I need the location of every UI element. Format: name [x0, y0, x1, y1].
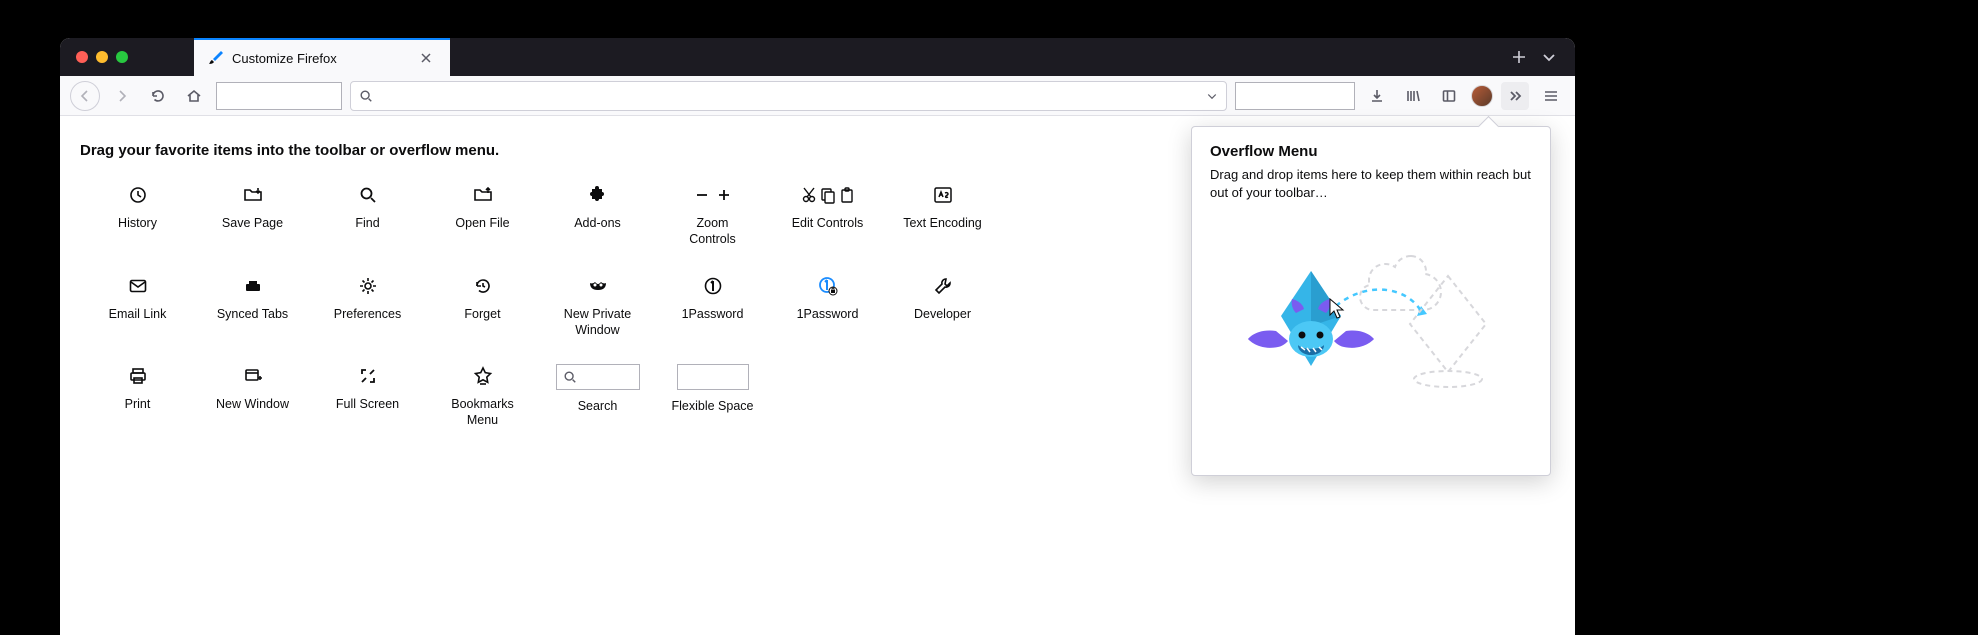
new-tab-button[interactable] [1511, 49, 1527, 65]
forget-icon [471, 274, 495, 298]
palette-item-forget[interactable]: Forget [425, 266, 540, 347]
overflow-description: Drag and drop items here to keep them wi… [1210, 166, 1532, 202]
close-window-button[interactable] [76, 51, 88, 63]
toolbar-placeholder-2[interactable] [1235, 82, 1355, 110]
flexible-space-icon [677, 364, 749, 390]
print-icon [126, 364, 150, 388]
window-controls [60, 38, 140, 76]
overflow-menu-panel: Overflow Menu Drag and drop items here t… [1191, 126, 1551, 476]
1password-icon [701, 274, 725, 298]
palette-item-email-link[interactable]: Email Link [80, 266, 195, 347]
star-icon [471, 364, 495, 388]
folder-download-icon [241, 183, 265, 207]
palette-item-save-page[interactable]: Save Page [195, 175, 310, 256]
tab-customize[interactable]: Customize Firefox [194, 38, 450, 76]
fullscreen-icon [356, 364, 380, 388]
toolbar-placeholder[interactable] [216, 82, 342, 110]
url-bar[interactable] [350, 81, 1227, 111]
app-menu-button[interactable] [1537, 82, 1565, 110]
palette-item-history[interactable]: History [80, 175, 195, 256]
paintbrush-icon [208, 50, 224, 66]
zoom-icon [693, 183, 733, 207]
mask-icon [586, 274, 610, 298]
navigation-toolbar [60, 76, 1575, 116]
minimize-window-button[interactable] [96, 51, 108, 63]
customize-palette: History Save Page Find Open File Add-ons… [80, 175, 1120, 437]
tab-strip-controls [1493, 38, 1575, 76]
all-tabs-button[interactable] [1541, 49, 1557, 65]
downloads-button[interactable] [1363, 82, 1391, 110]
palette-item-edit-controls[interactable]: Edit Controls [770, 175, 885, 256]
synced-tabs-icon [241, 274, 265, 298]
overflow-illustration [1210, 216, 1532, 416]
palette-item-bookmarks-menu[interactable]: Bookmarks Menu [425, 356, 540, 437]
palette-item-developer[interactable]: Developer [885, 266, 1000, 347]
palette-item-addons[interactable]: Add-ons [540, 175, 655, 256]
palette-item-1password-b[interactable]: 1Password [770, 266, 885, 347]
overflow-menu-button[interactable] [1501, 82, 1529, 110]
forward-button[interactable] [108, 82, 136, 110]
maximize-window-button[interactable] [116, 51, 128, 63]
search-icon [356, 183, 380, 207]
home-button[interactable] [180, 82, 208, 110]
palette-item-zoom-controls[interactable]: Zoom Controls [655, 175, 770, 256]
palette-item-text-encoding[interactable]: Text Encoding [885, 175, 1000, 256]
palette-item-print[interactable]: Print [80, 356, 195, 437]
1password-lock-icon [816, 274, 840, 298]
close-tab-button[interactable] [416, 50, 436, 66]
palette-item-preferences[interactable]: Preferences [310, 266, 425, 347]
search-icon [359, 89, 373, 103]
mail-icon [126, 274, 150, 298]
palette-item-new-private-window[interactable]: New Private Window [540, 266, 655, 347]
sidebar-button[interactable] [1435, 82, 1463, 110]
puzzle-icon [586, 183, 610, 207]
tab-title: Customize Firefox [232, 51, 337, 66]
palette-item-full-screen[interactable]: Full Screen [310, 356, 425, 437]
dropdown-icon[interactable] [1206, 90, 1218, 102]
palette-item-open-file[interactable]: Open File [425, 175, 540, 256]
back-button[interactable] [70, 81, 100, 111]
palette-item-new-window[interactable]: New Window [195, 356, 310, 437]
overflow-title: Overflow Menu [1210, 143, 1532, 160]
palette-item-1password-a[interactable]: 1Password [655, 266, 770, 347]
browser-window: Customize Firefox [60, 38, 1575, 635]
reload-button[interactable] [144, 82, 172, 110]
folder-up-icon [471, 183, 495, 207]
history-icon [126, 183, 150, 207]
cut-copy-paste-icon [800, 183, 856, 207]
palette-item-synced-tabs[interactable]: Synced Tabs [195, 266, 310, 347]
wrench-icon [931, 274, 955, 298]
gear-icon [356, 274, 380, 298]
library-button[interactable] [1399, 82, 1427, 110]
profile-avatar[interactable] [1471, 85, 1493, 107]
palette-item-search[interactable]: Search [540, 356, 655, 437]
palette-item-find[interactable]: Find [310, 175, 425, 256]
palette-item-flexible-space[interactable]: Flexible Space [655, 356, 770, 437]
titlebar: Customize Firefox [60, 38, 1575, 76]
search-box-icon [556, 364, 640, 390]
text-encoding-icon [931, 183, 955, 207]
new-window-icon [241, 364, 265, 388]
